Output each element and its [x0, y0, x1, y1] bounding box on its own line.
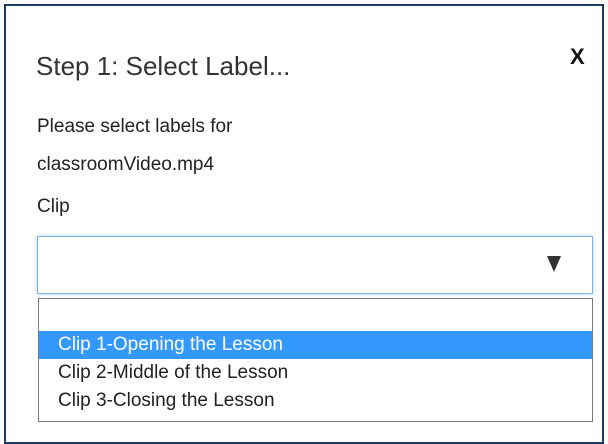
option-clip-3[interactable]: Clip 3-Closing the Lesson	[39, 387, 592, 415]
option-clip-1[interactable]: Clip 1-Opening the Lesson	[39, 331, 592, 359]
option-empty[interactable]	[39, 303, 592, 331]
clip-field-label: Clip	[37, 196, 70, 217]
close-button[interactable]: X	[570, 44, 585, 70]
clip-select[interactable]	[37, 236, 593, 294]
select-label-dialog: Step 1: Select Label... X Please select …	[4, 4, 604, 444]
dialog-title: Step 1: Select Label...	[36, 51, 291, 81]
instructions-text: Please select labels for classroomVideo.…	[37, 116, 233, 175]
option-clip-2[interactable]: Clip 2-Middle of the Lesson	[39, 359, 592, 387]
triangle-down-icon[interactable]	[547, 256, 561, 272]
clip-options-list: Clip 1-Opening the Lesson Clip 2-Middle …	[38, 298, 593, 422]
